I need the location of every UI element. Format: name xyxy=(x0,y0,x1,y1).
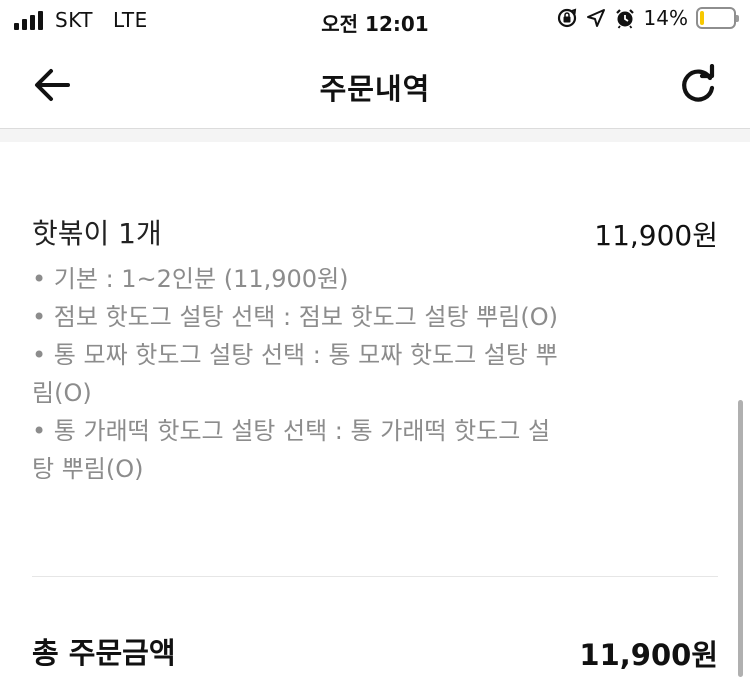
item-option: • 점보 핫도그 설탕 선택 : 점보 핫도그 설탕 뿌림(O) xyxy=(32,303,558,331)
item-option: • 기본 : 1~2인분 (11,900원) xyxy=(32,265,349,293)
battery-percent: 14% xyxy=(643,6,688,30)
order-item-row: 핫볶이 1개 11,900원 xyxy=(32,212,718,252)
status-bar-right: 14% xyxy=(556,6,739,30)
nav-bar: 주문내역 xyxy=(0,42,750,128)
scrollbar[interactable] xyxy=(738,400,743,677)
location-icon xyxy=(586,9,605,27)
total-price: 11,900원 xyxy=(579,638,718,672)
total-row: 총 주문금액 11,900원 xyxy=(32,630,718,672)
item-price: 11,900원 xyxy=(594,219,718,252)
refresh-icon xyxy=(682,63,715,102)
item-options-list: • 기본 : 1~2인분 (11,900원) • 점보 핫도그 설탕 선택 : … xyxy=(32,260,572,488)
alarm-icon xyxy=(615,9,634,29)
total-label: 총 주문금액 xyxy=(32,636,176,670)
item-option: • 통 모짜 핫도그 설탕 선택 : 통 모짜 핫도그 설탕 뿌림(O) xyxy=(32,341,558,407)
page-title: 주문내역 xyxy=(319,72,431,106)
battery-icon xyxy=(696,7,739,29)
item-name: 핫볶이 1개 xyxy=(32,217,162,250)
divider xyxy=(32,576,718,577)
item-option: • 통 가래떡 핫도그 설탕 선택 : 통 가래떡 핫도그 설탕 뿌림(O) xyxy=(32,417,551,483)
battery-level xyxy=(700,11,705,25)
status-bar: SKT LTE 오전 12:01 14% xyxy=(0,0,750,42)
rotation-lock-icon xyxy=(557,8,576,28)
refresh-button[interactable] xyxy=(676,63,720,108)
section-gap xyxy=(0,129,750,142)
